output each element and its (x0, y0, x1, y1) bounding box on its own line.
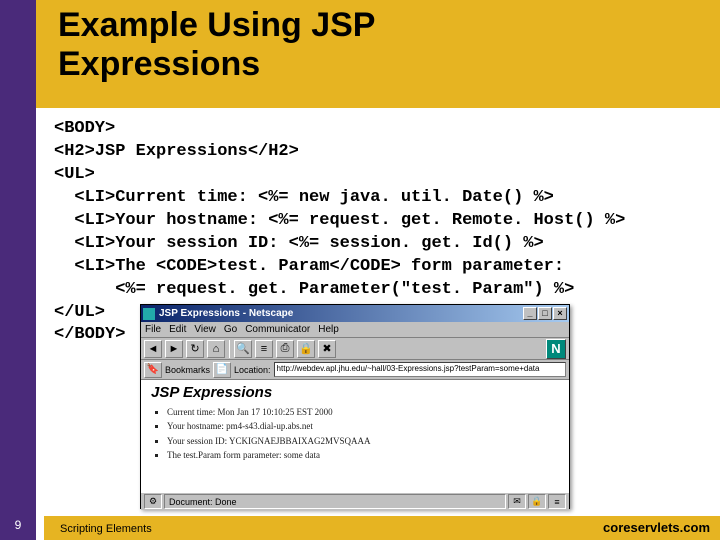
lock-icon: 🔒 (531, 496, 542, 507)
code-line: <LI>The <CODE>test. Param</CODE> form pa… (54, 257, 564, 276)
code-line: <H2>JSP Expressions</H2> (54, 142, 299, 161)
guide-icon: ≡ (261, 343, 267, 355)
maximize-button[interactable]: □ (538, 307, 552, 320)
status-component-icon[interactable]: ≡ (548, 494, 566, 509)
code-line: <%= request. get. Parameter("test. Param… (54, 280, 574, 299)
page-list: Current time: Mon Jan 17 10:10:25 EST 20… (151, 405, 559, 463)
slide-number: 9 (9, 518, 27, 532)
code-line: </BODY> (54, 325, 125, 344)
reload-icon: ↻ (190, 342, 199, 355)
code-line: <UL> (54, 165, 95, 184)
menu-go[interactable]: Go (224, 324, 237, 335)
location-icon-button[interactable]: 📄 (213, 362, 231, 378)
back-button[interactable]: ◄ (144, 340, 162, 358)
address-bar: 🔖 Bookmarks 📄 Location: http://webdev.ap… (141, 360, 569, 380)
close-button[interactable]: × (553, 307, 567, 320)
forward-button[interactable]: ► (165, 340, 183, 358)
code-line: <BODY> (54, 119, 115, 138)
titlebar: JSP Expressions - Netscape _ □ × (141, 305, 569, 322)
menu-communicator[interactable]: Communicator (245, 324, 310, 335)
status-activity-icon: ⚙ (144, 494, 162, 509)
bookmarks-label: Bookmarks (165, 365, 210, 375)
statusbar: ⚙ Document: Done ✉ 🔒 ≡ (141, 492, 569, 510)
reload-button[interactable]: ↻ (186, 340, 204, 358)
netscape-app-icon (143, 308, 155, 320)
stop-button[interactable]: ✖ (318, 340, 336, 358)
menubar: File Edit View Go Communicator Help (141, 322, 569, 338)
menu-edit[interactable]: Edit (169, 324, 186, 335)
status-mail-icon[interactable]: ✉ (508, 494, 526, 509)
code-line: </UL> (54, 303, 105, 322)
title-line-1: Example Using JSPExpressions (58, 6, 375, 83)
slide-title: Example Using JSPExpressions (58, 6, 375, 84)
list-item: Your session ID: YCKIGNAEJBBAIXAG2MVSQAA… (167, 434, 559, 448)
search-icon: 🔍 (236, 342, 250, 355)
page-content: JSP Expressions Current time: Mon Jan 17… (141, 380, 569, 492)
search-button[interactable]: 🔍 (234, 340, 252, 358)
security-button[interactable]: 🔒 (297, 340, 315, 358)
toolbar-separator (229, 340, 230, 358)
gear-icon: ⚙ (149, 496, 157, 507)
url-input[interactable]: http://webdev.apl.jhu.edu/~hall/03-Expre… (274, 362, 566, 377)
component-icon: ≡ (554, 497, 559, 507)
code-line: <LI>Your session ID: <%= session. get. I… (54, 234, 544, 253)
forward-icon: ► (169, 343, 180, 355)
menu-help[interactable]: Help (318, 324, 339, 335)
browser-window: JSP Expressions - Netscape _ □ × File Ed… (140, 304, 570, 509)
location-icon: 📄 (216, 364, 228, 375)
guide-button[interactable]: ≡ (255, 340, 273, 358)
code-line: <LI>Current time: <%= new java. util. Da… (54, 188, 554, 207)
mail-icon: ✉ (513, 496, 521, 507)
page-heading: JSP Expressions (151, 384, 559, 401)
bookmarks-button[interactable]: 🔖 (144, 362, 162, 378)
left-accent-stripe (0, 0, 36, 540)
minimize-button[interactable]: _ (523, 307, 537, 320)
status-lock-icon[interactable]: 🔒 (528, 494, 546, 509)
code-line: <LI>Your hostname: <%= request. get. Rem… (54, 211, 625, 230)
bookmark-icon: 🔖 (147, 364, 159, 375)
location-label: Location: (234, 365, 271, 375)
print-icon: ⎙ (281, 342, 290, 355)
home-button[interactable]: ⌂ (207, 340, 225, 358)
list-item: The test.Param form parameter: some data (167, 448, 559, 462)
security-icon: 🔒 (299, 342, 313, 355)
footer-right: coreservlets.com (603, 520, 710, 535)
status-text: Document: Done (164, 494, 506, 509)
footer-left: Scripting Elements (60, 523, 152, 535)
list-item: Your hostname: pm4-s43.dial-up.abs.net (167, 419, 559, 433)
print-button[interactable]: ⎙ (276, 340, 294, 358)
back-icon: ◄ (148, 343, 159, 355)
stop-icon: ✖ (322, 342, 331, 355)
netscape-logo-icon: N (546, 339, 566, 359)
menu-view[interactable]: View (194, 324, 216, 335)
menu-file[interactable]: File (145, 324, 161, 335)
toolbar: ◄ ► ↻ ⌂ 🔍 ≡ ⎙ 🔒 ✖ N (141, 338, 569, 360)
window-title: JSP Expressions - Netscape (159, 308, 522, 319)
home-icon: ⌂ (213, 343, 220, 355)
list-item: Current time: Mon Jan 17 10:10:25 EST 20… (167, 405, 559, 419)
